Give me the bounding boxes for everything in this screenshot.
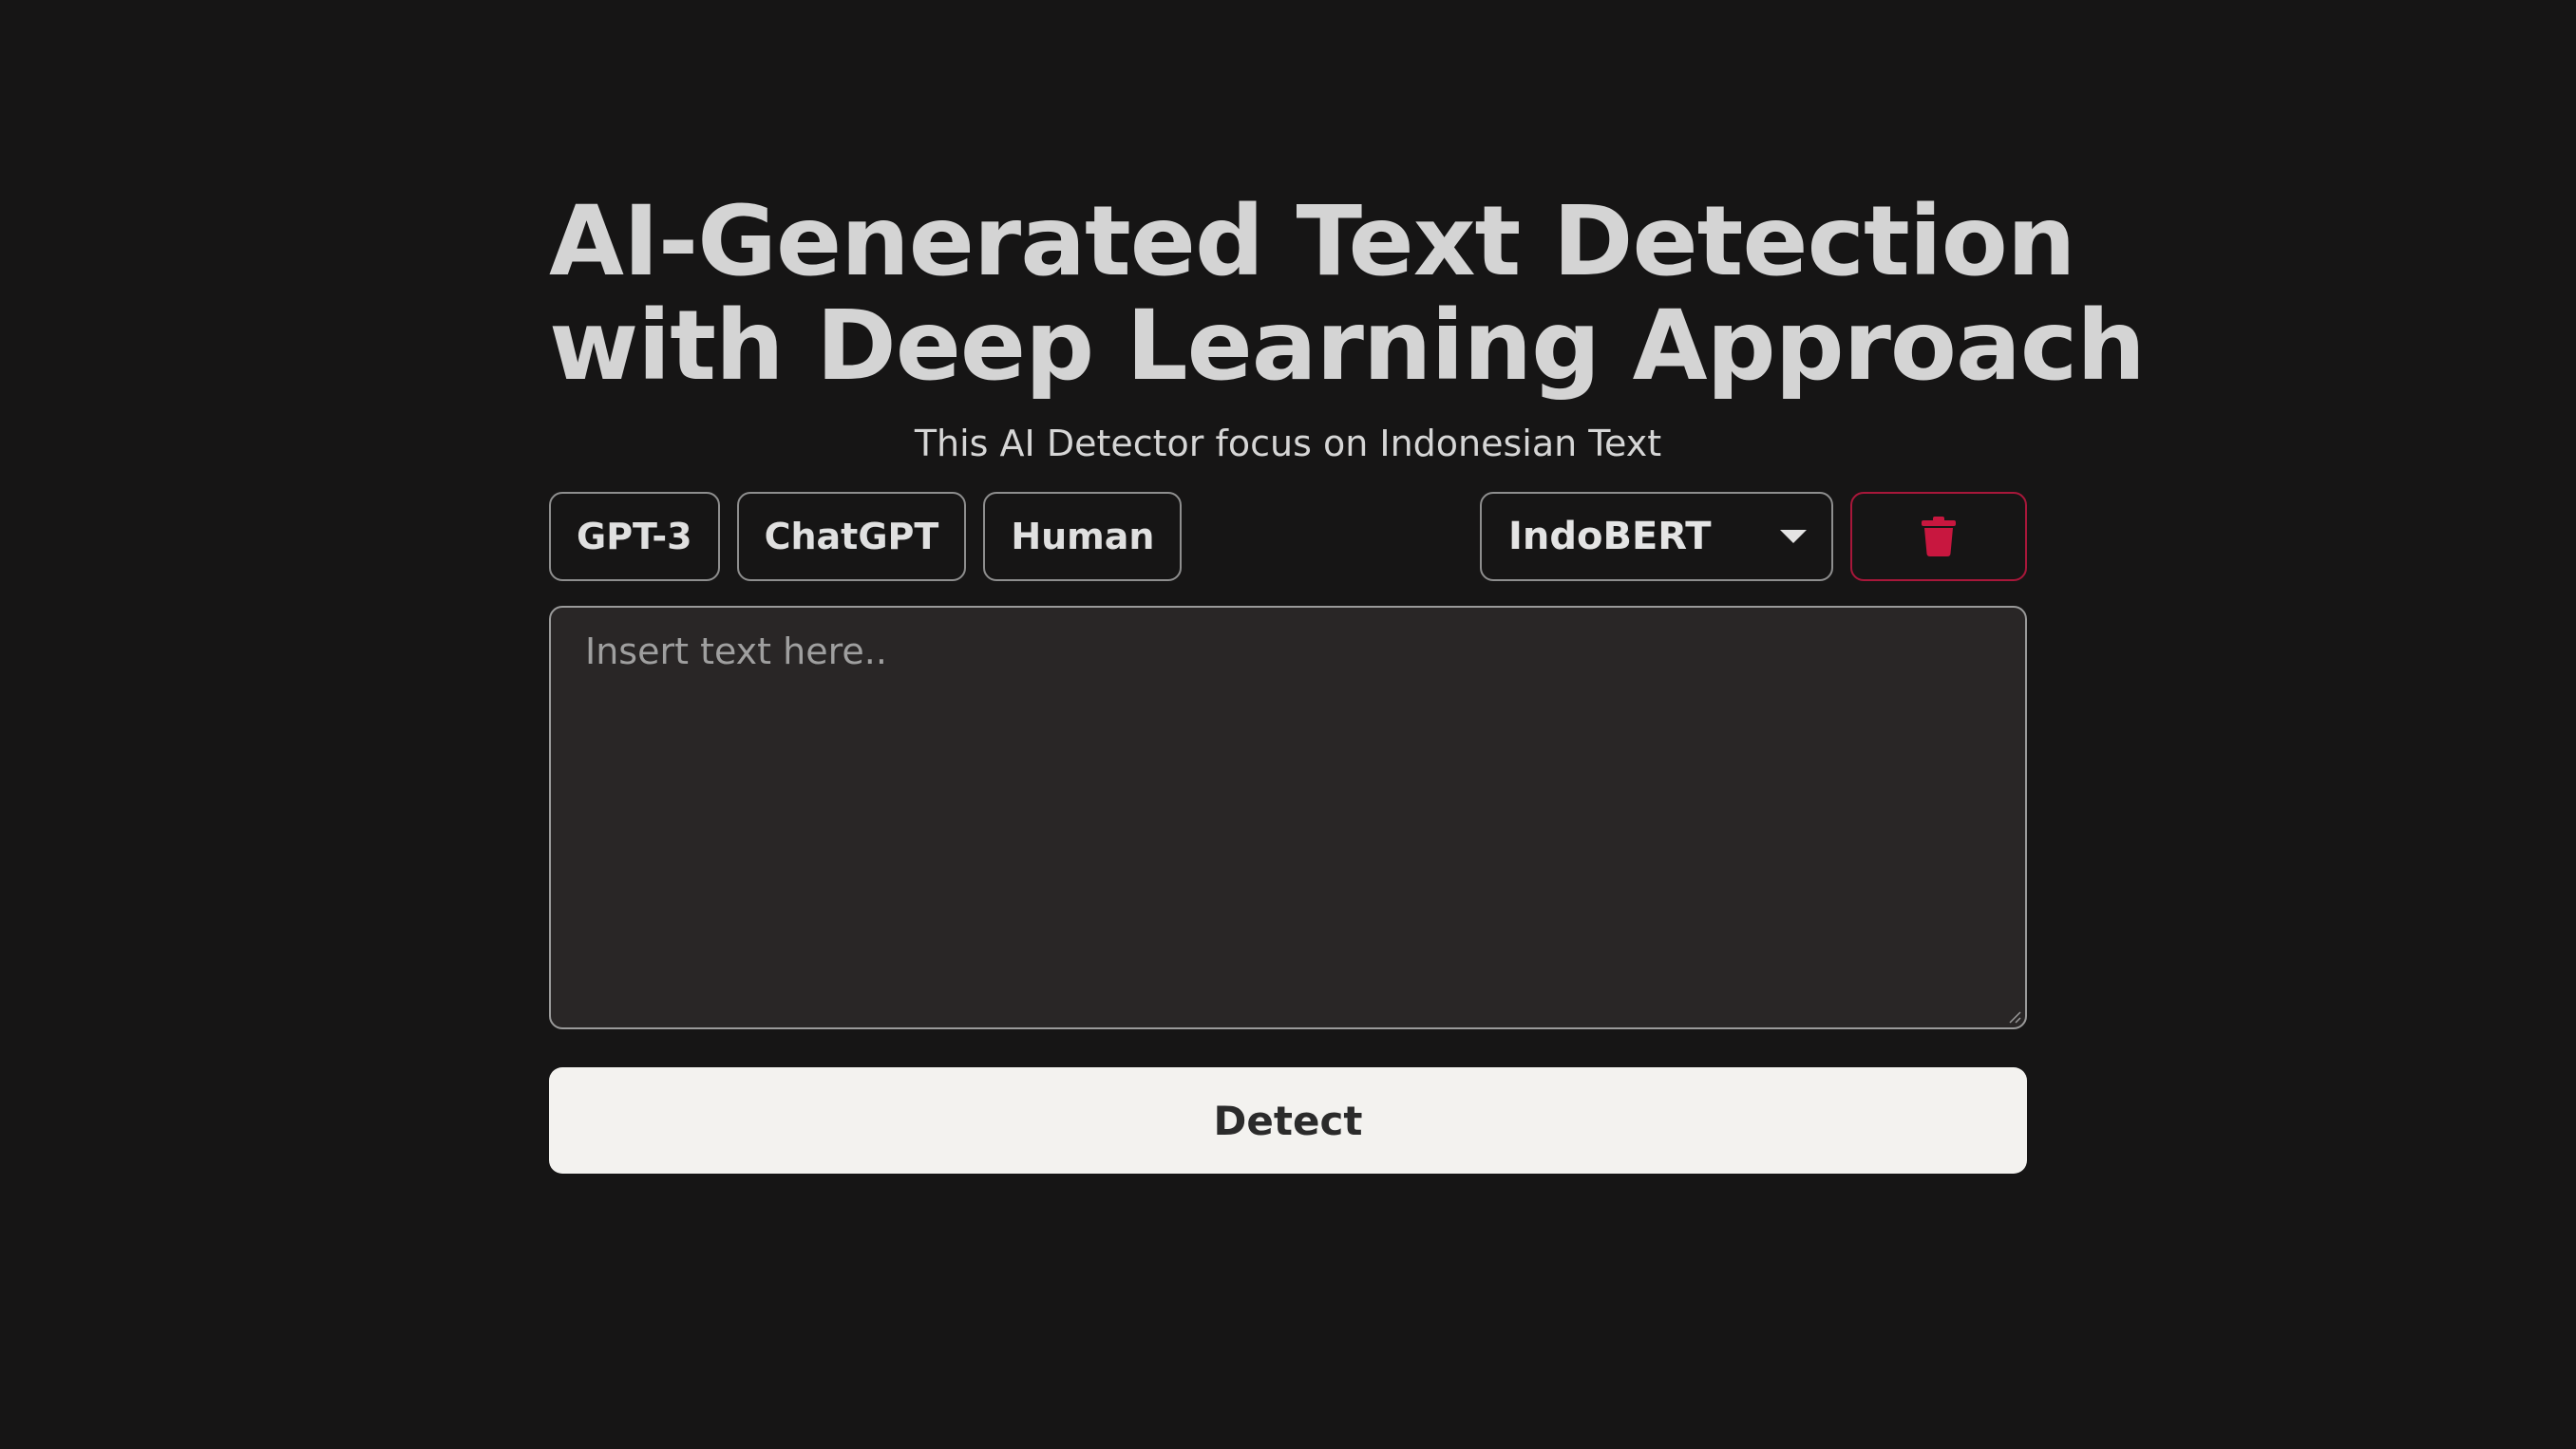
page: AI-Generated Text Detection with Deep Le… bbox=[0, 0, 2576, 1449]
page-title: AI-Generated Text Detection with Deep Le… bbox=[549, 185, 2146, 403]
detect-button[interactable]: Detect bbox=[549, 1067, 2027, 1174]
model-select[interactable]: IndoBERT bbox=[1480, 492, 1833, 581]
title-line-2: with Deep Learning Approach bbox=[549, 290, 2146, 403]
sample-chatgpt-button[interactable]: ChatGPT bbox=[736, 492, 967, 581]
toolbar: GPT-3 ChatGPT Human IndoBERT bbox=[549, 492, 2027, 581]
title-line-1: AI-Generated Text Detection bbox=[549, 185, 2075, 298]
sample-human-button[interactable]: Human bbox=[983, 492, 1183, 581]
main-container: AI-Generated Text Detection with Deep Le… bbox=[549, 185, 2146, 1174]
sample-gpt3-button[interactable]: GPT-3 bbox=[549, 492, 720, 581]
text-input-wrapper bbox=[549, 606, 2027, 1033]
chevron-down-icon bbox=[1780, 530, 1807, 543]
text-input[interactable] bbox=[549, 606, 2027, 1029]
model-select-value: IndoBERT bbox=[1508, 515, 1712, 558]
clear-text-button[interactable] bbox=[1850, 492, 2027, 581]
trash-icon bbox=[1922, 517, 1956, 556]
resize-handle-icon[interactable] bbox=[2008, 1010, 2021, 1024]
page-subtitle: This AI Detector focus on Indonesian Tex… bbox=[914, 423, 1662, 464]
